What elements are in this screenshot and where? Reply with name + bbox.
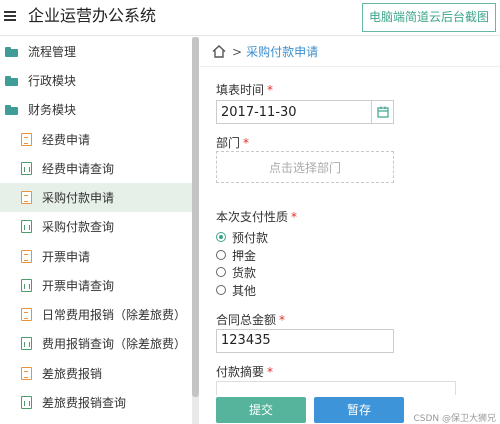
sidebar-item-expense-query[interactable]: 经费申请查询 xyxy=(0,154,192,183)
sidebar-item-label: 开票申请查询 xyxy=(42,279,115,293)
contract-amount-input[interactable]: 123435 xyxy=(216,329,394,353)
sidebar-scrollbar[interactable] xyxy=(192,37,199,424)
form-icon xyxy=(21,308,32,321)
breadcrumb-current: 采购付款申请 xyxy=(246,45,319,59)
sidebar-group-label: 流程管理 xyxy=(28,45,77,59)
submit-button[interactable]: 提交 xyxy=(216,397,306,423)
sidebar-item-travel-claim-query[interactable]: 差旅费报销查询 xyxy=(0,388,192,417)
payment-summary-label: 付款摘要 * xyxy=(216,363,273,380)
radio-label: 预付款 xyxy=(232,230,269,245)
sidebar-item-purchase-payment-request[interactable]: 采购付款申请 xyxy=(0,183,192,212)
app-header: 企业运营办公系统 电脑端简道云后台截图 xyxy=(0,0,500,36)
required-mark: * xyxy=(267,83,274,97)
sidebar-item-travel-claim[interactable]: 差旅费报销 xyxy=(0,359,192,388)
sidebar-item-label: 采购付款查询 xyxy=(42,220,115,234)
fill-date-label: 填表时间 * xyxy=(216,81,273,98)
department-label: 部门 * xyxy=(216,134,249,151)
payment-summary-label-text: 付款摘要 xyxy=(216,365,265,379)
radio-label: 其他 xyxy=(232,283,257,298)
radio-label: 货款 xyxy=(232,265,257,280)
home-icon[interactable] xyxy=(212,45,226,58)
contract-amount-label-text: 合同总金额 xyxy=(216,313,277,327)
folder-icon xyxy=(5,104,18,115)
form-icon xyxy=(21,367,32,380)
form-icon xyxy=(21,250,32,263)
radio-option-prepayment[interactable]: 预付款 xyxy=(216,229,268,245)
payment-type-label: 本次支付性质 * xyxy=(216,208,297,225)
save-draft-button[interactable]: 暂存 xyxy=(314,397,404,423)
breadcrumb: > 采购付款申请 xyxy=(200,37,500,67)
radio-option-deposit[interactable]: 押金 xyxy=(216,247,256,263)
sidebar-item-expense-claim-query[interactable]: 费用报销查询（除差旅费） xyxy=(0,329,192,358)
menu-icon[interactable] xyxy=(4,11,16,21)
form-icon xyxy=(21,191,32,204)
contract-amount-label: 合同总金额 * xyxy=(216,311,285,328)
sidebar-item-invoice-request[interactable]: 开票申请 xyxy=(0,242,192,271)
report-icon xyxy=(21,220,32,233)
form-icon xyxy=(21,133,32,146)
fill-date-value: 2017-11-30 xyxy=(221,104,297,120)
sidebar-group-admin[interactable]: 行政模块 xyxy=(0,66,192,95)
department-label-text: 部门 xyxy=(216,136,241,150)
sidebar-item-label: 开票申请 xyxy=(42,250,91,264)
required-mark: * xyxy=(279,313,286,327)
sidebar-item-invoice-query[interactable]: 开票申请查询 xyxy=(0,271,192,300)
sidebar-item-label: 经费申请 xyxy=(42,133,91,147)
folder-icon xyxy=(5,75,18,86)
radio-button[interactable] xyxy=(216,285,226,295)
required-mark: * xyxy=(291,210,298,224)
sidebar-item-purchase-payment-query[interactable]: 采购付款查询 xyxy=(0,212,192,241)
radio-label: 押金 xyxy=(232,248,257,263)
sidebar-item-label: 采购付款申请 xyxy=(42,191,115,205)
payment-type-label-text: 本次支付性质 xyxy=(216,210,289,224)
promo-button[interactable]: 电脑端简道云后台截图 xyxy=(362,3,496,32)
sidebar-item-label: 经费申请查询 xyxy=(42,162,115,176)
folder-icon xyxy=(5,46,18,57)
radio-option-other[interactable]: 其他 xyxy=(216,282,256,298)
report-icon xyxy=(21,279,32,292)
watermark: CSDN @保卫大狮兄 xyxy=(413,414,496,424)
required-mark: * xyxy=(267,365,274,379)
sidebar-scroll-thumb[interactable] xyxy=(192,37,199,397)
sidebar-group-label: 行政模块 xyxy=(28,74,77,88)
calendar-button[interactable] xyxy=(371,101,393,123)
report-icon xyxy=(21,162,32,175)
breadcrumb-separator: > xyxy=(232,44,243,59)
fill-date-input[interactable]: 2017-11-30 xyxy=(216,100,394,124)
radio-option-goods-payment[interactable]: 货款 xyxy=(216,264,256,280)
sidebar-item-label: 日常费用报销（除差旅费） xyxy=(42,308,187,322)
required-mark: * xyxy=(243,136,250,150)
sidebar-group-finance[interactable]: 财务模块 xyxy=(0,95,192,124)
sidebar-group-process[interactable]: 流程管理 xyxy=(0,37,192,66)
radio-button[interactable] xyxy=(216,267,226,277)
sidebar-item-daily-expense-claim[interactable]: 日常费用报销（除差旅费） xyxy=(0,300,192,329)
radio-button[interactable] xyxy=(216,232,226,242)
main-content: > 采购付款申请 填表时间 * 2017-11-30 部门 * 点击选择部门 本次支… xyxy=(200,37,500,424)
sidebar-item-label: 差旅费报销查询 xyxy=(42,396,127,410)
radio-button[interactable] xyxy=(216,250,226,260)
calendar-icon xyxy=(376,106,389,118)
report-icon xyxy=(21,337,32,350)
sidebar: 流程管理 行政模块 财务模块 经费申请 经费申请查询 采购付款申请 采购付款查询… xyxy=(0,37,196,424)
fill-date-label-text: 填表时间 xyxy=(216,83,265,97)
app-title: 企业运营办公系统 xyxy=(28,6,157,25)
sidebar-item-expense-request[interactable]: 经费申请 xyxy=(0,125,192,154)
sidebar-item-label: 差旅费报销 xyxy=(42,367,103,381)
report-icon xyxy=(21,396,32,409)
sidebar-item-label: 费用报销查询（除差旅费） xyxy=(42,337,187,351)
department-selector[interactable]: 点击选择部门 xyxy=(216,151,394,183)
sidebar-group-label: 财务模块 xyxy=(28,103,77,117)
